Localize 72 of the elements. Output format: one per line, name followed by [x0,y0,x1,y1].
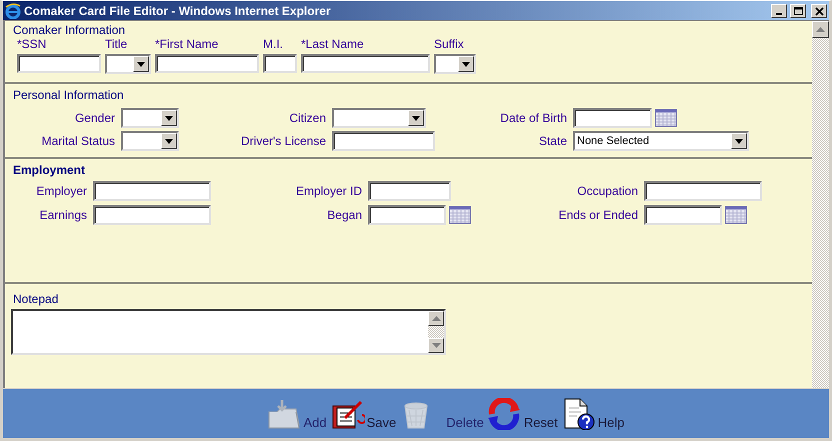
field-label: M.I. [263,37,284,51]
up-arrow-icon [432,316,440,321]
calendar-icon[interactable] [725,206,747,224]
window-title: Comaker Card File Editor - Windows Internet Explorer [24,2,332,20]
field-label: Gender [74,111,115,125]
input-field[interactable] [17,54,101,73]
caret-icon [412,116,420,120]
field-label: Title [105,37,128,51]
section-heading: Comaker Information [13,23,126,37]
section-heading: Notepad [13,292,60,306]
field-label: *SSN [17,37,48,51]
field-label: Marital Status [40,134,115,148]
maximize-button[interactable] [790,4,806,18]
toolbar-button[interactable]: Help [562,398,625,430]
input-field[interactable] [332,131,435,151]
dropdown[interactable] [121,131,179,151]
minimize-icon [776,13,782,15]
up-arrow-icon [816,27,825,32]
field-label: Date of Birth [499,111,567,125]
dropdown[interactable]: None Selected [573,131,749,151]
input-field[interactable] [263,54,297,73]
section-heading: Personal Information [13,88,124,102]
field-label: Employer [35,184,87,198]
date-field[interactable] [644,205,722,225]
dropdown[interactable] [121,108,179,128]
input-field[interactable] [644,181,762,201]
field-label: Driver's License [240,134,326,148]
scroll-up-button[interactable] [812,21,829,38]
refresh-icon [488,398,522,430]
field-label: Suffix [434,37,465,51]
maximize-icon [792,6,804,16]
date-field[interactable] [573,108,652,128]
toolbar-button[interactable]: Save [330,398,396,430]
field-label: State [538,134,567,148]
scrollbar[interactable] [812,21,829,388]
date-field[interactable] [368,205,446,225]
caret-icon [137,62,145,66]
close-button[interactable] [811,4,827,18]
field-label: Occupation [576,184,638,198]
caret-icon [462,62,470,66]
caret-icon [165,116,173,120]
scroll-up-button[interactable] [428,311,444,326]
field-label: Citizen [288,111,326,125]
calendar-icon[interactable] [655,109,677,127]
field-label: *First Name [155,37,220,51]
field-label: Began [326,208,362,222]
input-field[interactable] [301,54,430,73]
caret-icon [735,138,743,144]
close-icon [814,6,824,16]
field-label: Employer ID [294,184,362,198]
help-icon [562,398,596,430]
notes-textarea[interactable] [11,309,446,355]
minimize-button[interactable] [771,4,787,18]
input-field[interactable] [93,181,211,201]
input-field[interactable] [155,54,259,73]
input-field[interactable] [93,205,211,225]
caret-icon [165,138,173,144]
folder-icon [267,398,302,430]
calendar-icon[interactable] [449,206,471,224]
scroll-down-button[interactable] [428,338,444,353]
toolbar-button[interactable]: Reset [488,398,558,430]
browser-icon [5,2,21,18]
down-arrow-icon [432,343,440,348]
field-label: *Last Name [301,37,365,51]
dropdown[interactable] [434,54,476,74]
input-field[interactable] [368,181,451,201]
dropdown[interactable] [105,54,151,74]
notebook-icon [330,398,365,430]
field-label: Ends or Ended [558,208,638,222]
section-heading: Employment [13,163,86,177]
dropdown[interactable] [332,108,426,128]
field-label: Earnings [38,208,87,222]
